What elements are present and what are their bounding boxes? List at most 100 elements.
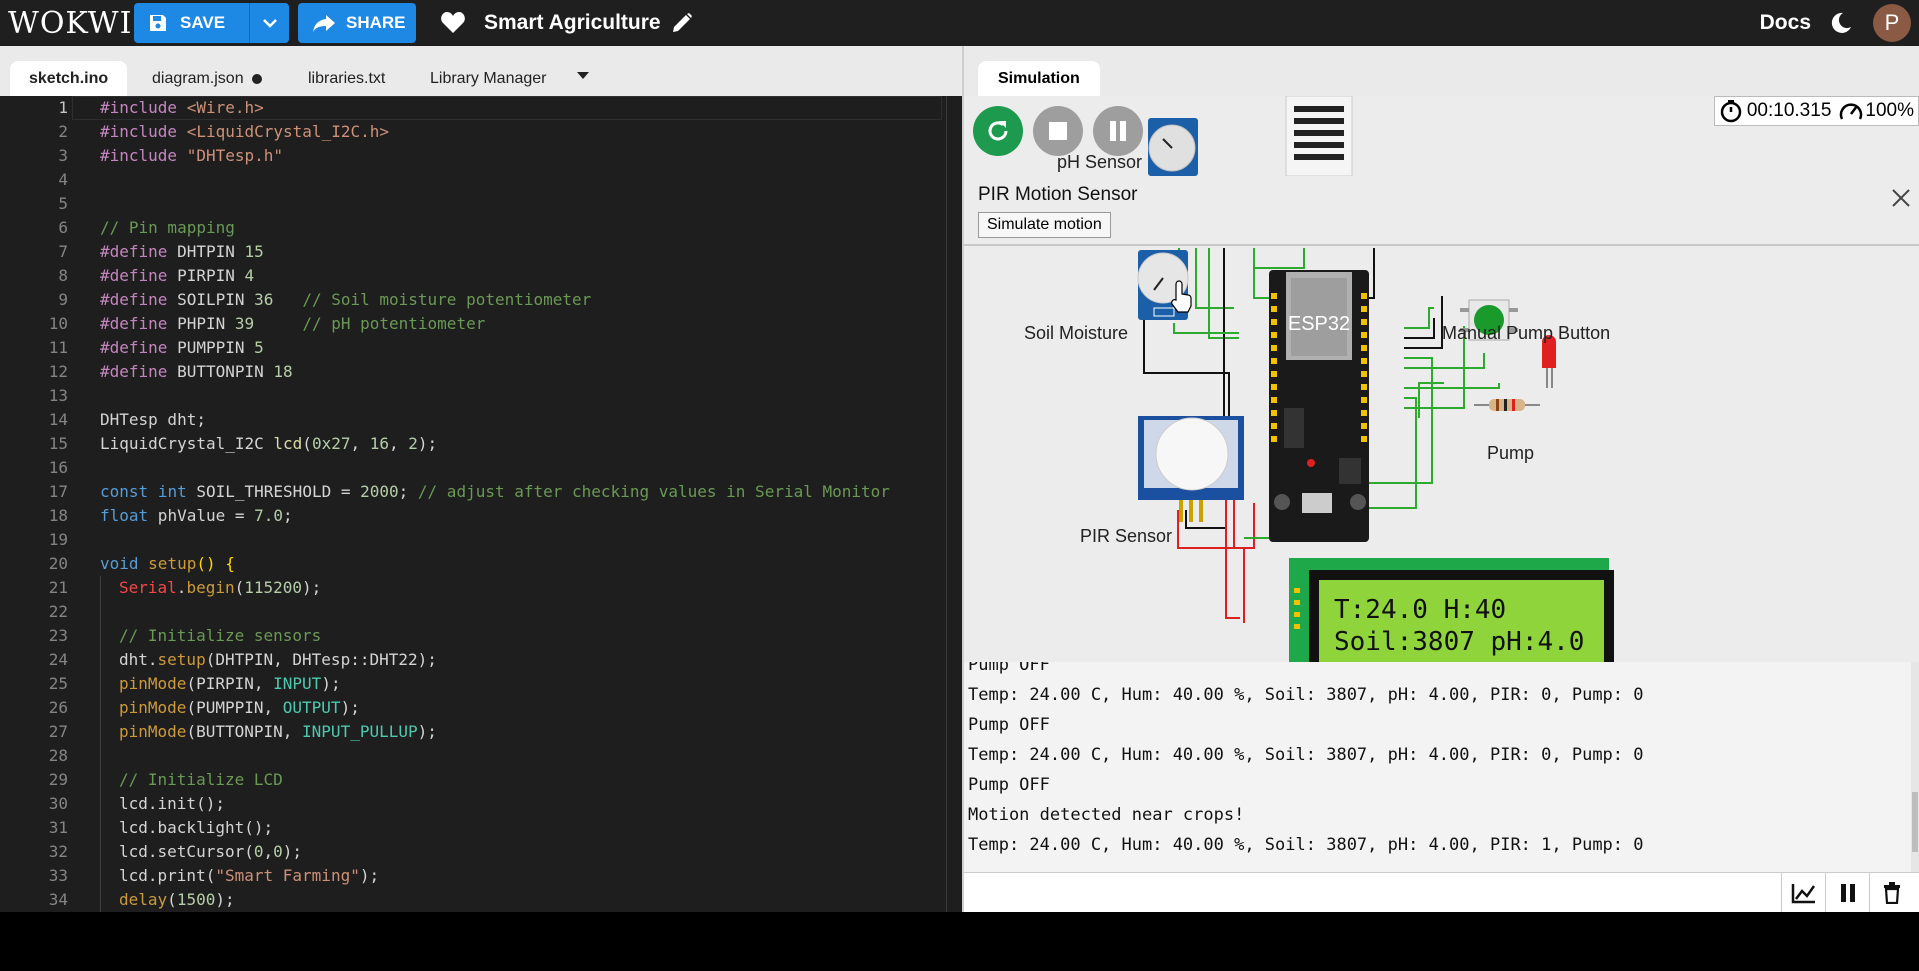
editor-scrollbar[interactable] [946,96,947,912]
line-number: 16 [48,458,68,477]
ph-sensor-pot[interactable] [1148,118,1198,176]
line-number: 12 [48,362,68,381]
pir-sensor[interactable] [1138,416,1244,522]
project-title[interactable]: Smart Agriculture [484,11,661,35]
pause-serial-icon [1840,883,1856,902]
code-line: 27 pinMode(BUTTONPIN, INPUT_PULLUP); [0,720,945,744]
line-number: 21 [48,578,68,597]
simulation-timer: 00:10.315 100% [1713,96,1919,126]
pir-motion-sensor-panel: PIR Motion Sensor Simulate motion [964,176,1919,246]
heart-icon[interactable] [440,11,466,35]
code-line: 6// Pin mapping [0,216,945,240]
tab-label: Library Manager [430,69,547,87]
line-number: 22 [48,602,68,621]
serial-line: Motion detected near crops! [968,805,1245,825]
code-line: 33 lcd.print("Smart Farming"); [0,864,945,888]
stop-simulation-button[interactable] [1033,106,1083,156]
save-icon [148,13,168,33]
plotter-button[interactable] [1782,873,1826,912]
code-editor-pane: sketch.ino diagram.json libraries.txt Li… [0,46,962,912]
dht22-sensor[interactable] [1285,96,1353,176]
line-number: 33 [48,866,68,885]
esp32-label: ESP32 [1288,313,1350,335]
serial-input[interactable] [964,873,1782,912]
code-line: 9 #define SOILPIN 36 // Soil moisture pot… [0,288,945,312]
serial-line: Temp: 24.00 C, Hum: 40.00 %, Soil: 3807,… [968,835,1644,855]
esp32-board[interactable] [1269,270,1369,542]
line-number: 23 [48,626,68,645]
code-area[interactable]: 1 #include <Wire.h> 2 #include <LiquidCrys… [0,96,945,912]
soil-moisture-label: Soil Moisture [1024,323,1129,343]
save-dropdown-button[interactable] [249,3,289,43]
code-line: 16 [0,456,945,480]
docs-link[interactable]: Docs [1760,11,1811,35]
code-line: 25 pinMode(PIRPIN, INPUT); [0,672,945,696]
simulate-motion-button[interactable]: Simulate motion [978,212,1111,238]
line-number: 26 [48,698,68,717]
wokwi-logo[interactable]: WOKWI [8,6,131,41]
code-line: 32 lcd.setCursor(0,0); [0,840,945,864]
tab-sketch-ino[interactable]: sketch.ino [10,61,128,96]
tab-simulation[interactable]: Simulation [978,61,1100,96]
pause-simulation-button[interactable] [1093,106,1143,156]
code-line: 29// Initialize LCD [0,768,945,792]
share-button[interactable]: SHARE [298,3,416,43]
code-line: 18 float phValue = 7.0; [0,504,945,528]
serial-scrollbar[interactable] [1911,662,1919,872]
ph-sensor-label: pH Sensor [1057,152,1143,172]
line-number: 5 [58,194,68,213]
line-number: 28 [48,746,68,765]
timer-value: 00:10.315 [1746,100,1832,121]
line-number: 4 [58,170,68,189]
line-number: 20 [48,554,68,573]
code-line: 2 #include <LiquidCrystal_I2C.h> [0,120,945,144]
serial-scrollbar-thumb[interactable] [1912,792,1918,852]
simulation-pane: Simulation pH Sensor 00:10.315 100% PIR … [962,46,1919,912]
tab-diagram-json[interactable]: diagram.json [152,61,262,96]
close-icon[interactable] [1891,188,1911,208]
tab-libraries-txt[interactable]: libraries.txt [308,61,385,96]
stop-icon [1049,122,1067,140]
stopwatch-icon [1719,99,1743,123]
line-number: 19 [48,530,68,549]
manual-pump-button-label: Manual Pump Button [1442,323,1611,343]
chart-icon [1791,882,1817,904]
clear-serial-button[interactable] [1870,873,1914,912]
code-line: 14 DHTesp dht; [0,408,945,432]
save-button[interactable]: SAVE [134,3,289,43]
code-line: 24 dht.setup(DHTPIN, DHTesp::DHT22); [0,648,945,672]
serial-pause-button[interactable] [1826,873,1870,912]
line-number: 11 [48,338,68,357]
serial-monitor[interactable]: Pump OFF Temp: 24.00 C, Hum: 40.00 %, So… [964,662,1919,872]
pause-icon [1109,121,1127,141]
serial-line: Temp: 24.00 C, Hum: 40.00 %, Soil: 3807,… [968,745,1644,765]
resistor[interactable] [1474,399,1540,411]
bottom-bar [0,912,1919,971]
moon-icon[interactable] [1829,11,1853,35]
tabs-menu-chevron-icon[interactable] [577,72,589,79]
pencil-icon[interactable] [671,12,693,34]
circuit-diagram: ESP32 T:24.0 H:40 Soil:3807 pH:4.0 [1137,248,1614,662]
simulation-tab-bar: Simulation [964,46,1919,96]
tab-label: sketch.ino [29,69,109,87]
line-number: 25 [48,674,68,693]
line-number: 1 [58,98,68,117]
code-line: 10 #define PHPIN 39 // pH potentiometer [0,312,945,336]
pir-sensor-label: PIR Sensor [1080,526,1173,546]
line-number: 29 [48,770,68,789]
line-number: 6 [58,218,68,237]
code-line: 5 [0,192,945,216]
restart-simulation-button[interactable] [973,106,1023,156]
editor-tab-bar: sketch.ino diagram.json libraries.txt Li… [0,46,962,96]
line-number: 34 [48,890,68,909]
code-line: 11 #define PUMPPIN 5 [0,336,945,360]
tab-library-manager[interactable]: Library Manager [430,61,547,96]
line-number: 31 [48,818,68,837]
line-number: 14 [48,410,68,429]
code-line: 26 pinMode(PUMPPIN, OUTPUT); [0,696,945,720]
serial-line: Pump OFF [968,775,1050,795]
avatar[interactable]: P [1873,4,1911,42]
speedometer-icon [1839,100,1863,122]
tab-label: libraries.txt [308,69,386,87]
simulation-canvas[interactable]: pH Sensor 00:10.315 100% PIR Motion Sens… [964,96,1919,662]
